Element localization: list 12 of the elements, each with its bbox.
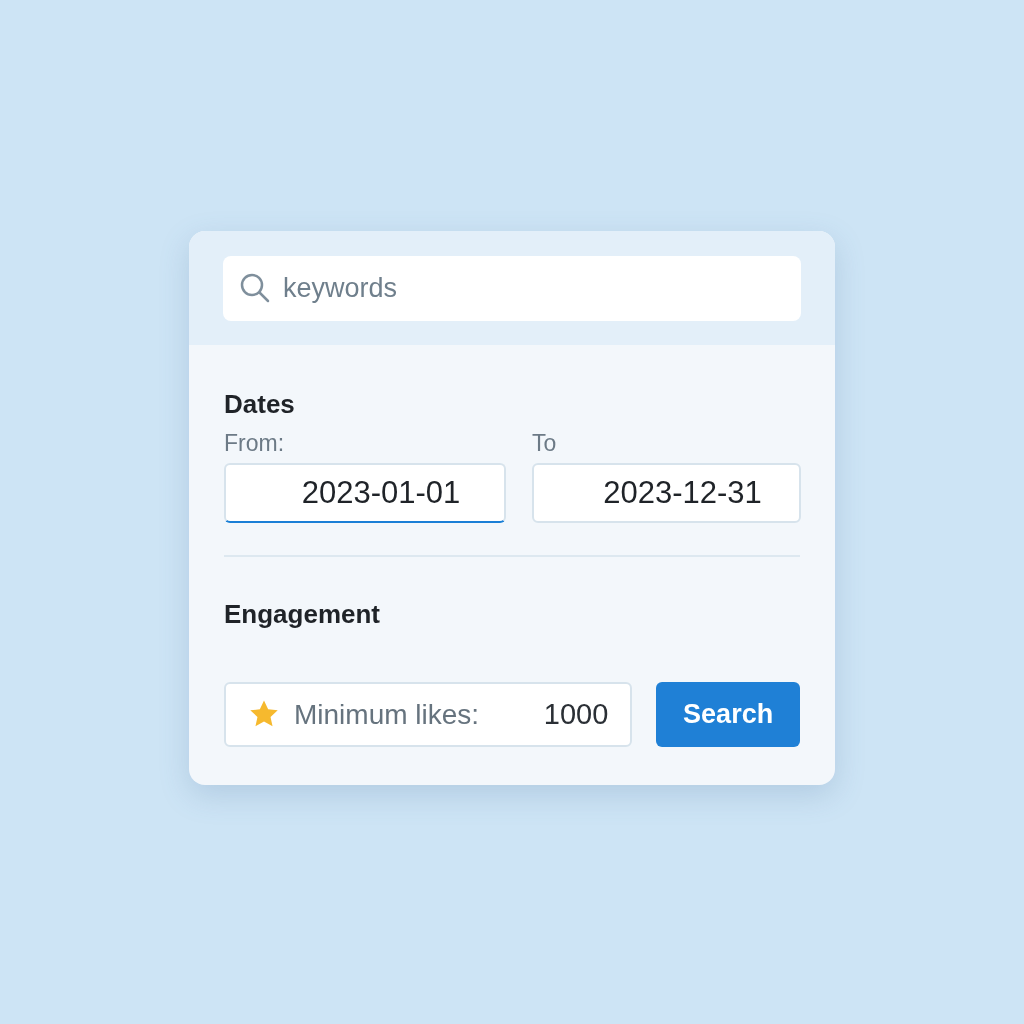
field-value: 1000 (543, 698, 609, 731)
search-field[interactable]: keywords (223, 256, 801, 321)
search-icon (239, 272, 271, 304)
field-label: To (532, 430, 558, 457)
field-label: From: (224, 430, 286, 457)
section-title: Engagement (224, 599, 382, 630)
date-field[interactable]: 2023-12-31 (532, 463, 801, 523)
section-title: Dates (224, 389, 296, 420)
date-field[interactable]: 2023-01-01 (224, 463, 506, 523)
min-likes-field[interactable]: Minimum likes: 1000 (224, 682, 633, 747)
field-label: Minimum likes: (294, 698, 480, 731)
search-button[interactable]: Search (656, 682, 800, 747)
